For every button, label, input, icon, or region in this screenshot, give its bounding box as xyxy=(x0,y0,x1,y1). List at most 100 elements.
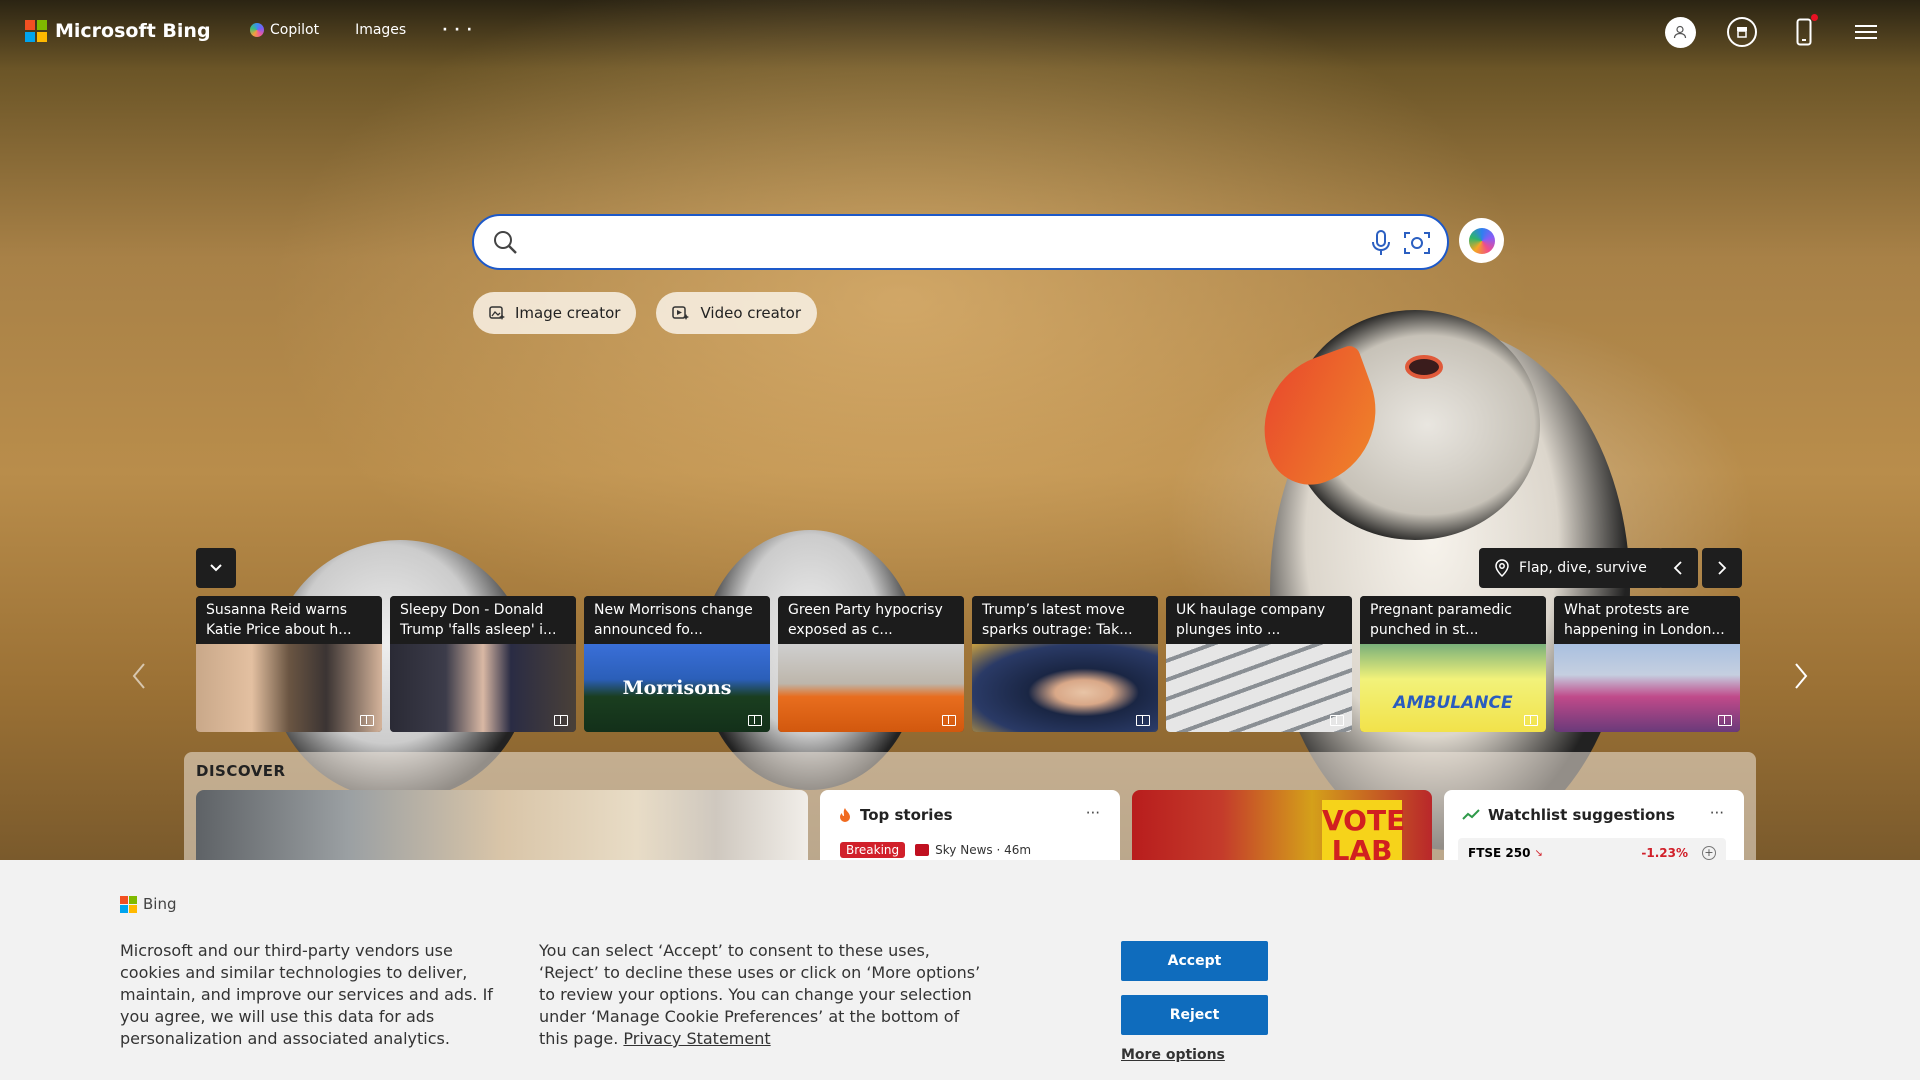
cookie-text-left: Microsoft and our third-party vendors us… xyxy=(120,941,493,1048)
mobile-app-button[interactable] xyxy=(1788,14,1820,48)
news-card[interactable]: New Morrisons change announced fo... Mor… xyxy=(584,596,770,732)
video-creator-button[interactable]: Video creator xyxy=(656,292,818,334)
slideshow-icon xyxy=(360,715,374,726)
brand-name: Microsoft Bing xyxy=(55,20,211,42)
slideshow-icon xyxy=(554,715,568,726)
more-options-link[interactable]: More options xyxy=(1121,1047,1225,1063)
phone-icon xyxy=(1796,18,1812,46)
slideshow-icon xyxy=(1136,715,1150,726)
news-card[interactable]: Pregnant paramedic punched in st... AMBU… xyxy=(1360,596,1546,732)
news-next-button[interactable] xyxy=(1786,656,1816,696)
watchlist-more-button[interactable]: ··· xyxy=(1710,804,1724,822)
header-actions xyxy=(1664,14,1882,48)
image-creator-icon xyxy=(489,306,505,320)
prev-image-button[interactable] xyxy=(1658,548,1698,588)
breaking-badge: Breaking xyxy=(840,842,906,858)
visual-search-icon[interactable] xyxy=(1403,230,1431,256)
puffin-eye xyxy=(1405,355,1443,379)
watchlist-title: Watchlist suggestions xyxy=(1462,806,1675,824)
search-bar xyxy=(472,214,1449,270)
news-title: Green Party hypocrisy exposed as c... xyxy=(778,596,964,644)
header: Microsoft Bing Copilot Images · · · xyxy=(0,0,1920,66)
slideshow-icon xyxy=(748,715,762,726)
chevron-right-icon xyxy=(1718,561,1727,575)
cookie-brand-label: Bing xyxy=(143,895,177,913)
add-watchlist-icon[interactable]: + xyxy=(1702,846,1716,860)
morrisons-sign-text: Morrisons xyxy=(622,677,732,699)
news-thumbnail xyxy=(778,644,964,732)
privacy-statement-link[interactable]: Privacy Statement xyxy=(623,1029,770,1048)
cookie-banner: Bing Microsoft and our third-party vendo… xyxy=(0,860,1920,1080)
search-input[interactable] xyxy=(528,222,1447,262)
news-prev-button[interactable] xyxy=(124,656,154,696)
reject-button[interactable]: Reject xyxy=(1121,995,1268,1035)
slideshow-icon xyxy=(1330,715,1344,726)
news-thumbnail: Morrisons xyxy=(584,644,770,732)
news-title: UK haulage company plunges into ... xyxy=(1166,596,1352,644)
news-title: Pregnant paramedic punched in st... xyxy=(1360,596,1546,644)
news-card[interactable]: UK haulage company plunges into ... xyxy=(1166,596,1352,732)
nav-more[interactable]: · · · xyxy=(442,22,473,38)
top-stories-title: Top stories xyxy=(838,806,953,824)
menu-button[interactable] xyxy=(1850,16,1882,48)
news-title: What protests are happening in London... xyxy=(1554,596,1740,644)
collapse-feed-button[interactable] xyxy=(196,548,236,588)
news-thumbnail xyxy=(1166,644,1352,732)
copilot-icon xyxy=(250,23,264,37)
chevron-down-icon xyxy=(210,564,222,572)
nav-copilot[interactable]: Copilot xyxy=(250,22,319,38)
chevron-left-icon xyxy=(132,663,145,689)
watchlist-label: Watchlist suggestions xyxy=(1488,806,1675,824)
cookie-brand: Bing xyxy=(120,895,177,913)
copilot-button[interactable] xyxy=(1459,218,1504,263)
image-creator-label: Image creator xyxy=(515,304,621,322)
discover-heading: DISCOVER xyxy=(196,762,286,780)
top-stories-label: Top stories xyxy=(860,806,953,824)
image-creator-button[interactable]: Image creator xyxy=(473,292,637,334)
rewards-button[interactable] xyxy=(1726,16,1758,48)
news-card[interactable]: Green Party hypocrisy exposed as c... xyxy=(778,596,964,732)
copilot-logo-icon xyxy=(1468,227,1495,254)
story-meta: Breaking Sky News · 46m xyxy=(840,842,1031,858)
microphone-icon[interactable] xyxy=(1371,230,1391,256)
slideshow-icon xyxy=(1718,715,1732,726)
news-carousel: Susanna Reid warns Katie Price about h..… xyxy=(196,596,1740,732)
news-title: Trump’s latest move sparks outrage: Tak.… xyxy=(972,596,1158,644)
news-title: New Morrisons change announced fo... xyxy=(584,596,770,644)
ambulance-text: AMBULANCE xyxy=(1393,693,1513,713)
cookie-text-right: You can select ‘Accept’ to consent to th… xyxy=(539,940,989,1050)
source-label: Sky News · 46m xyxy=(935,843,1032,857)
top-stories-more-button[interactable]: ··· xyxy=(1086,804,1100,822)
news-title: Susanna Reid warns Katie Price about h..… xyxy=(196,596,382,644)
bing-logo[interactable]: Microsoft Bing xyxy=(25,20,211,42)
news-title: Sleepy Don - Donald Trump 'falls asleep'… xyxy=(390,596,576,644)
accept-button[interactable]: Accept xyxy=(1121,941,1268,981)
user-icon xyxy=(1664,16,1696,48)
nav-images[interactable]: Images xyxy=(355,22,406,38)
creator-chips: Image creator Video creator xyxy=(473,292,818,334)
news-thumbnail xyxy=(390,644,576,732)
top-nav: Copilot Images · · · xyxy=(250,22,473,38)
microsoft-logo-icon xyxy=(25,20,47,42)
nav-copilot-label: Copilot xyxy=(270,22,320,38)
chevron-right-icon xyxy=(1795,663,1808,689)
video-creator-icon xyxy=(672,306,690,320)
news-card[interactable]: Trump’s latest move sparks outrage: Tak.… xyxy=(972,596,1158,732)
news-card[interactable]: What protests are happening in London... xyxy=(1554,596,1740,732)
next-image-button[interactable] xyxy=(1702,548,1742,588)
sign-in-button[interactable] xyxy=(1664,16,1696,48)
image-info-button[interactable]: Flap, dive, survive xyxy=(1479,548,1663,588)
trend-icon xyxy=(1462,809,1480,820)
location-pin-icon xyxy=(1495,559,1509,577)
slideshow-icon xyxy=(942,715,956,726)
rewards-icon xyxy=(1727,17,1757,47)
news-thumbnail xyxy=(196,644,382,732)
news-thumbnail: AMBULANCE xyxy=(1360,644,1546,732)
image-caption: Flap, dive, survive xyxy=(1519,560,1647,576)
sky-news-icon xyxy=(915,844,930,856)
news-card[interactable]: Sleepy Don - Donald Trump 'falls asleep'… xyxy=(390,596,576,732)
ticker-change: -1.23% xyxy=(1641,846,1688,860)
menu-icon xyxy=(1855,25,1877,39)
notification-dot xyxy=(1811,14,1818,21)
news-card[interactable]: Susanna Reid warns Katie Price about h..… xyxy=(196,596,382,732)
